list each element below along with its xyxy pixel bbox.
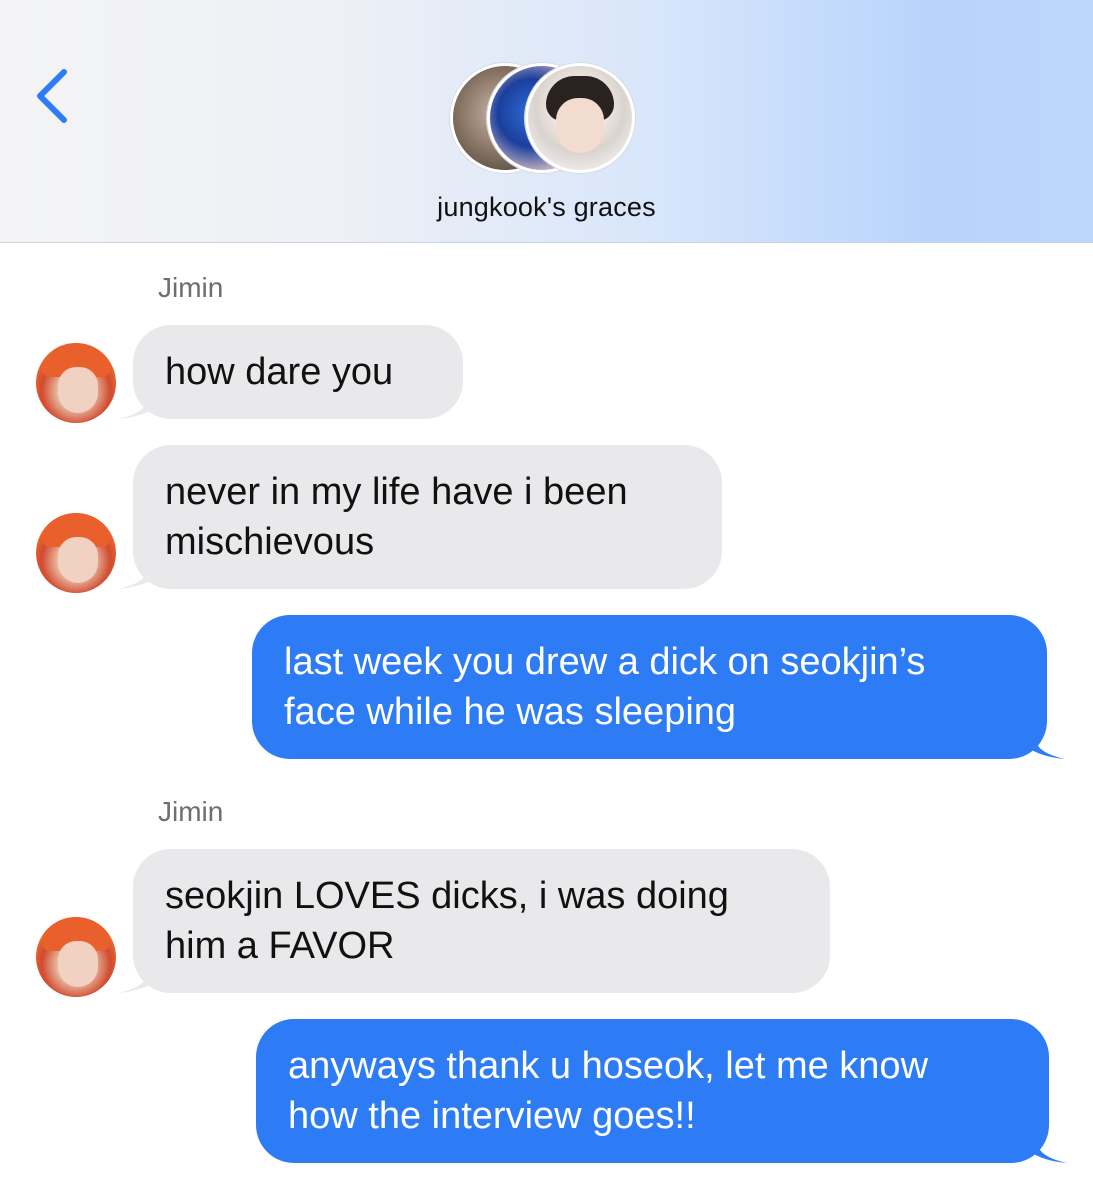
chevron-left-icon (37, 69, 67, 123)
bubble-tail (118, 953, 156, 993)
message-text: anyways thank u hoseok, let me know how … (288, 1045, 929, 1137)
back-button[interactable] (30, 60, 80, 130)
sender-name: Jimin (158, 796, 224, 827)
bubble-tail (118, 379, 156, 419)
message-bubble-incoming[interactable]: seokjin LOVES dicks, i was doing him a F… (133, 849, 830, 993)
message-text: seokjin LOVES dicks, i was doing him a F… (165, 875, 729, 967)
message-bubble-outgoing[interactable]: anyways thank u hoseok, let me know how … (256, 1019, 1049, 1163)
group-member-avatar (525, 63, 635, 173)
sender-avatar[interactable] (36, 343, 116, 423)
message-text: never in my life have i been mischievous (165, 471, 628, 563)
sender-avatar[interactable] (36, 917, 116, 997)
bubble-tail (1029, 1123, 1067, 1163)
message-text: how dare you (165, 351, 394, 393)
sender-avatar[interactable] (36, 513, 116, 593)
message-bubble-outgoing[interactable]: last week you drew a dick on seokjin’s f… (252, 615, 1047, 759)
message-bubble-incoming[interactable]: never in my life have i been mischievous (133, 445, 722, 589)
message-text: last week you drew a dick on seokjin’s f… (284, 641, 926, 733)
message-bubble-incoming[interactable]: how dare you (133, 325, 463, 419)
group-name[interactable]: jungkook's graces (0, 192, 1093, 223)
group-avatars[interactable] (450, 63, 650, 173)
bubble-tail (118, 549, 156, 589)
sender-name: Jimin (158, 272, 224, 303)
bubble-tail (1027, 719, 1065, 759)
conversation-header: jungkook's graces (0, 0, 1093, 243)
